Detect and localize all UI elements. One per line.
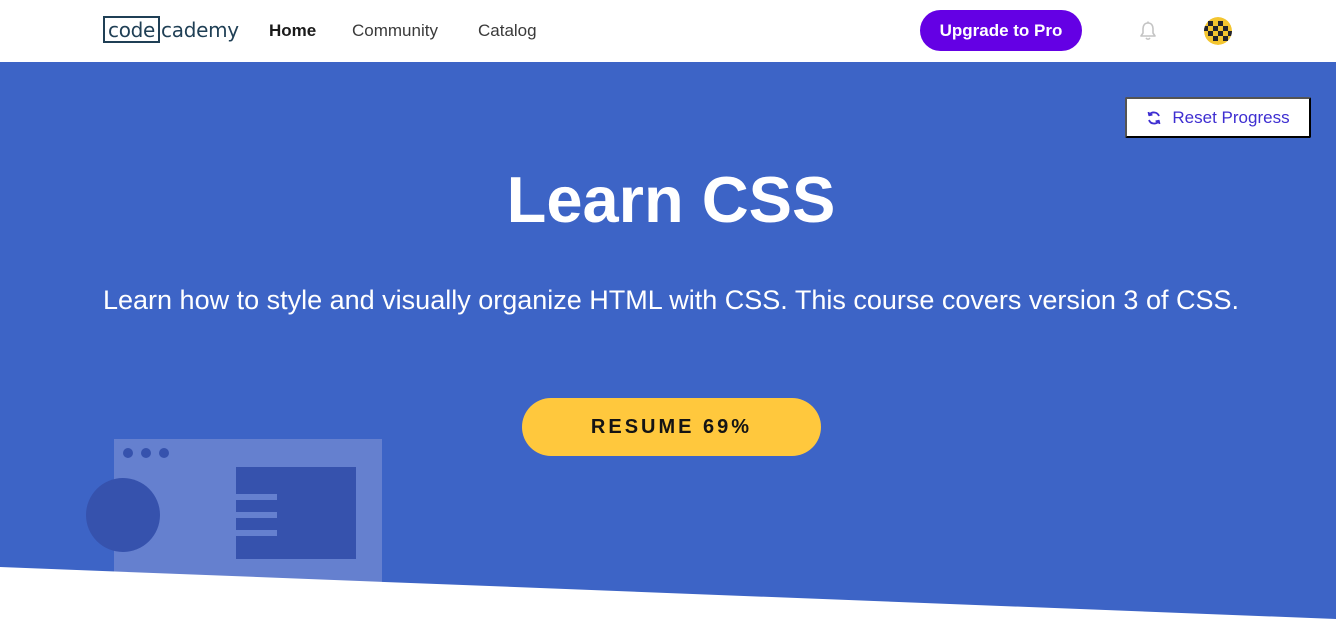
nav-catalog-link[interactable]: Catalog (478, 20, 537, 42)
bell-icon[interactable] (1137, 20, 1159, 42)
upgrade-to-pro-button[interactable]: Upgrade to Pro (920, 10, 1082, 51)
refresh-icon (1146, 110, 1162, 126)
hero-bottom-edge (0, 567, 1336, 619)
course-hero: Reset Progress Learn CSS Learn how to st… (0, 62, 1336, 619)
course-description: Learn how to style and visually organize… (103, 285, 1239, 315)
logo-cademy-part: cademy (161, 17, 239, 42)
reset-progress-button[interactable]: Reset Progress (1125, 97, 1311, 138)
resume-course-button[interactable]: RESUME 69% (522, 398, 821, 456)
nav-community-link[interactable]: Community (352, 20, 438, 42)
nav-home-link[interactable]: Home (269, 20, 316, 42)
course-page: code cademy Home Community Catalog Upgrad… (0, 0, 1336, 619)
top-nav-bar: code cademy Home Community Catalog Upgrad… (0, 0, 1336, 62)
reset-progress-label: Reset Progress (1172, 107, 1290, 127)
codecademy-logo[interactable]: code cademy (103, 16, 239, 43)
logo-code-part: code (103, 16, 161, 43)
user-avatar[interactable] (1204, 17, 1232, 45)
course-title: Learn CSS (506, 163, 836, 236)
